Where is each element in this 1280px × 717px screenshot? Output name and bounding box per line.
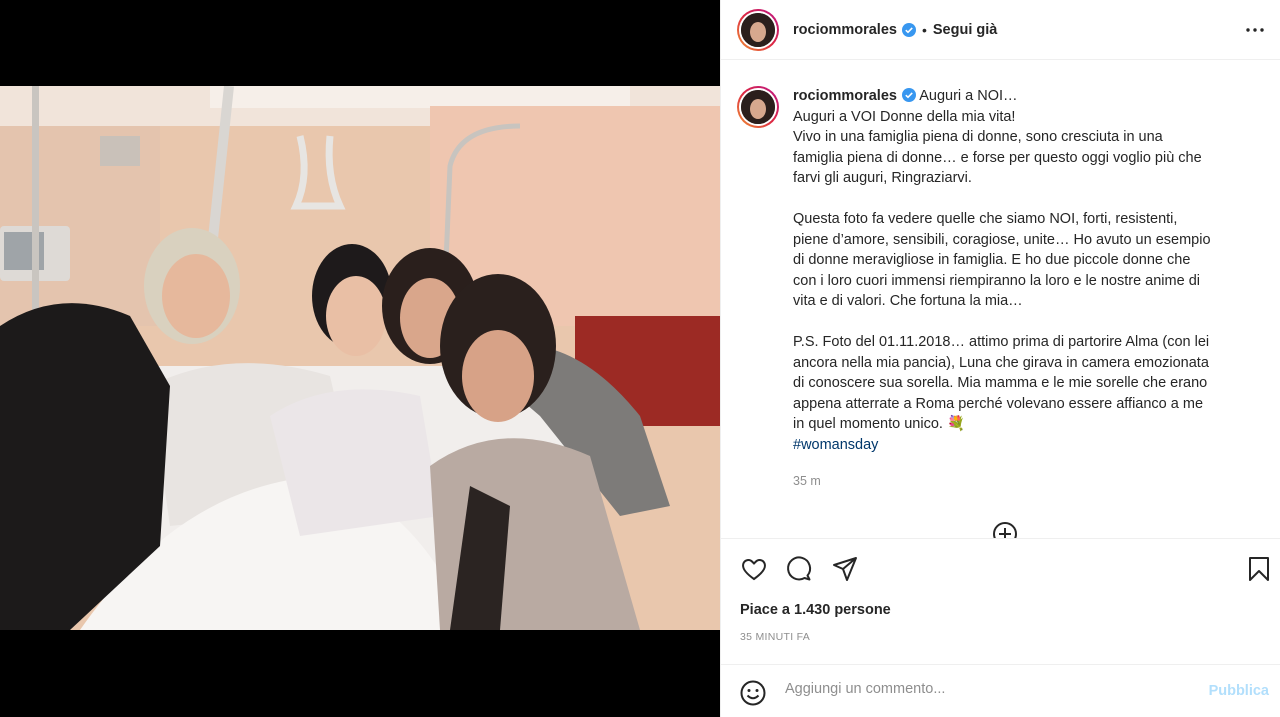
post-dialog: rociommorales • Segui già rociommorales: [0, 0, 1280, 717]
caption-text: rociommorales Auguri a NOI… Auguri a VOI…: [793, 86, 1259, 492]
comment-input[interactable]: [785, 681, 1185, 697]
hashtag-link[interactable]: #womansday: [793, 435, 1259, 456]
publish-button[interactable]: Pubblica: [1209, 683, 1269, 699]
more-options-icon[interactable]: [1243, 18, 1267, 42]
caption-line: ancora nella mia pancia), Luna che girav…: [793, 354, 1209, 371]
comment-form: Pubblica: [721, 664, 1280, 717]
post-timestamp[interactable]: 35 MINUTI FA: [740, 631, 810, 643]
caption-line: piene d’amore, sensibili, coragiose, uni…: [793, 231, 1211, 248]
post-header: rociommorales • Segui già: [721, 0, 1280, 60]
caption-line: con i loro cuori immensi riempiranno la …: [793, 272, 1200, 289]
caption-line: appena atterrate a Roma perché volevano …: [793, 395, 1204, 412]
avatar[interactable]: [737, 8, 779, 51]
comments-area[interactable]: rociommorales Auguri a NOI… Auguri a VOI…: [721, 60, 1280, 538]
caption-avatar[interactable]: [737, 86, 779, 128]
caption-line: Questa foto fa vedere quelle che siamo N…: [793, 211, 1178, 227]
media-area: [0, 0, 720, 717]
heart-icon[interactable]: [740, 555, 768, 583]
caption-username[interactable]: rociommorales: [793, 88, 897, 104]
caption-line: farvi gli auguri, Ringraziarvi.: [793, 170, 972, 186]
following-button[interactable]: Segui già: [933, 22, 997, 38]
caption-line: di conoscere sua sorella. Mia mamma e le…: [793, 375, 1208, 391]
post-photo-image: [0, 86, 720, 630]
comment-icon[interactable]: [785, 555, 813, 583]
caption: rociommorales Auguri a NOI… Auguri a VOI…: [737, 86, 1265, 492]
emoji-icon[interactable]: [739, 679, 767, 707]
caption-timestamp: 35 m: [793, 474, 821, 488]
caption-line: di donne meravigliose in famiglia. E ho …: [793, 252, 1191, 268]
separator-dot: •: [921, 21, 927, 38]
bookmark-icon[interactable]: [1245, 555, 1273, 583]
caption-line: Auguri a VOI Donne della mia vita!: [793, 108, 1016, 125]
caption-line: in quel momento unico. 💐: [793, 416, 966, 432]
caption-line: Vivo in una famiglia piena di donne, son…: [793, 129, 1163, 145]
avatar-image: [741, 12, 775, 47]
post-photo[interactable]: [0, 86, 720, 630]
post-actions: Piace a 1.430 persone 35 MINUTI FA: [721, 538, 1280, 658]
caption-line: famiglia piena di donne… e forse per que…: [793, 149, 1202, 166]
plus-circle-icon[interactable]: [991, 520, 1019, 538]
username-link[interactable]: rociommorales: [793, 22, 897, 38]
verified-badge-icon: [901, 22, 916, 37]
caption-first-line: Auguri a NOI…: [919, 88, 1018, 104]
paper-plane-icon[interactable]: [831, 555, 859, 583]
caption-line: vita e di valori. Che fortuna la mia…: [793, 293, 1023, 309]
caption-line: P.S. Foto del 01.11.2018… attimo prima d…: [793, 334, 1210, 350]
post-side-panel: rociommorales • Segui già rociommorales: [720, 0, 1280, 717]
caption-avatar-image: [741, 90, 775, 124]
likes-count[interactable]: Piace a 1.430 persone: [740, 602, 891, 618]
verified-badge-icon: [901, 88, 916, 102]
